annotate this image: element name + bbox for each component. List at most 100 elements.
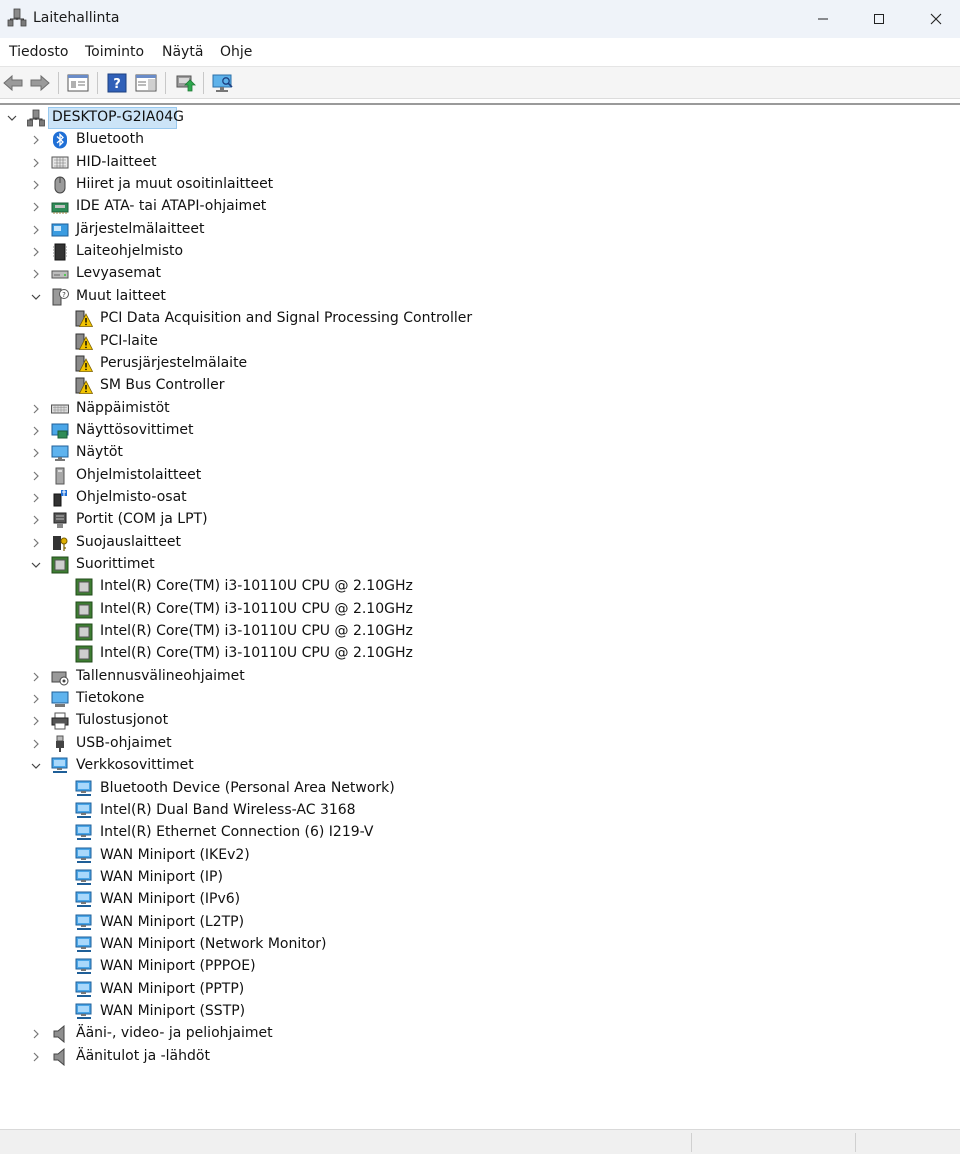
tree-category-ide-ata-tai-atapi-ohjaimet[interactable]: IDE ATA- tai ATAPI-ohjaimet (0, 196, 960, 218)
toolbar-separator (97, 72, 98, 94)
tree-device-item[interactable]: Intel(R) Core(TM) i3-10110U CPU @ 2.10GH… (0, 643, 960, 665)
tree-device-item[interactable]: Perusjärjestelmälaite (0, 353, 960, 375)
network-adapter-icon (75, 802, 93, 820)
tree-category-näytöt[interactable]: Näytöt (0, 442, 960, 464)
chevron-right-icon[interactable] (29, 200, 43, 214)
tree-category-näppäimistöt[interactable]: Näppäimistöt (0, 398, 960, 420)
tree-category-näyttösovittimet[interactable]: Näyttösovittimet (0, 420, 960, 442)
tree-item-label: Äänitulot ja -lähdöt (76, 1047, 210, 1064)
chevron-right-icon[interactable] (29, 536, 43, 550)
tree-category-järjestelmälaitteet[interactable]: Järjestelmälaitteet (0, 219, 960, 241)
tree-device-item[interactable]: WAN Miniport (PPPOE) (0, 956, 960, 978)
properties-button[interactable] (66, 71, 90, 95)
menu-toiminto[interactable]: Toiminto (85, 44, 144, 60)
chevron-right-icon[interactable] (29, 156, 43, 170)
chevron-right-icon[interactable] (29, 446, 43, 460)
tree-device-item[interactable]: PCI-laite (0, 331, 960, 353)
chevron-right-icon[interactable] (29, 670, 43, 684)
tree-device-item[interactable]: SM Bus Controller (0, 375, 960, 397)
chevron-right-icon[interactable] (29, 178, 43, 192)
chevron-right-icon[interactable] (29, 133, 43, 147)
processor-icon (75, 578, 93, 596)
chevron-down-icon[interactable] (29, 558, 43, 572)
network-adapter-icon (75, 1003, 93, 1021)
tree-device-item[interactable]: Intel(R) Core(TM) i3-10110U CPU @ 2.10GH… (0, 621, 960, 643)
tree-device-item[interactable]: Intel(R) Dual Band Wireless-AC 3168 (0, 800, 960, 822)
maximize-button[interactable] (850, 0, 908, 38)
chevron-right-icon[interactable] (29, 245, 43, 259)
chevron-right-icon[interactable] (29, 714, 43, 728)
update-driver-button[interactable] (173, 71, 197, 95)
chevron-down-icon[interactable] (29, 290, 43, 304)
chevron-right-icon[interactable] (29, 692, 43, 706)
chevron-right-icon[interactable] (29, 223, 43, 237)
tree-item-label: Näyttösovittimet (76, 421, 194, 438)
speaker-icon (51, 1025, 69, 1044)
tree-category-tulostusjonot[interactable]: Tulostusjonot (0, 710, 960, 732)
chevron-right-icon[interactable] (29, 491, 43, 505)
tree-category-bluetooth[interactable]: Bluetooth (0, 129, 960, 151)
tree-category-suojauslaitteet[interactable]: Suojauslaitteet (0, 532, 960, 554)
chevron-right-icon[interactable] (29, 1027, 43, 1041)
tree-category-portit-com-ja-lpt[interactable]: Portit (COM ja LPT) (0, 509, 960, 531)
chevron-right-icon[interactable] (29, 469, 43, 483)
tree-device-item[interactable]: Bluetooth Device (Personal Area Network) (0, 778, 960, 800)
chevron-down-icon[interactable] (29, 759, 43, 773)
tree-device-item[interactable]: Intel(R) Ethernet Connection (6) I219-V (0, 822, 960, 844)
tree-category-usb-ohjaimet[interactable]: USB-ohjaimet (0, 733, 960, 755)
tree-category-ohjelmisto-osat[interactable]: Ohjelmisto-osat (0, 487, 960, 509)
tree-item-label: Intel(R) Dual Band Wireless-AC 3168 (100, 801, 356, 818)
tree-device-item[interactable]: PCI Data Acquisition and Signal Processi… (0, 308, 960, 330)
chevron-down-icon[interactable] (5, 111, 19, 125)
tree-item-label: Intel(R) Core(TM) i3-10110U CPU @ 2.10GH… (100, 578, 413, 595)
title-bar: Laitehallinta (0, 0, 960, 38)
tree-category-levyasemat[interactable]: Levyasemat (0, 263, 960, 285)
tree-device-item[interactable]: WAN Miniport (IP) (0, 867, 960, 889)
scan-hardware-button[interactable] (211, 71, 235, 95)
chevron-right-icon[interactable] (29, 402, 43, 416)
tree-item-label: Suorittimet (76, 556, 155, 572)
menu-ohje[interactable]: Ohje (220, 44, 252, 60)
tree-device-item[interactable]: WAN Miniport (IPv6) (0, 889, 960, 911)
tree-category-ohjelmistolaitteet[interactable]: Ohjelmistolaitteet (0, 465, 960, 487)
tree-device-item[interactable]: WAN Miniport (PPTP) (0, 979, 960, 1001)
storage-controller-icon (51, 668, 69, 686)
svg-text:?: ? (113, 77, 121, 92)
tree-category-hid-laitteet[interactable]: HID-laitteet (0, 152, 960, 174)
tree-item-label: Muut laitteet (76, 287, 166, 304)
back-button[interactable] (1, 71, 25, 95)
tree-item-label: Intel(R) Core(TM) i3-10110U CPU @ 2.10GH… (100, 645, 413, 662)
tree-category-verkkosovittimet[interactable]: Verkkosovittimet (0, 755, 960, 777)
tree-category-suorittimet[interactable]: Suorittimet (0, 554, 960, 576)
forward-button[interactable] (28, 71, 52, 95)
tree-category-ääni-video-ja-peliohjaimet[interactable]: Ääni-, video- ja peliohjaimet (0, 1023, 960, 1045)
tree-category-tallennusvälineohjaimet[interactable]: Tallennusvälineohjaimet (0, 666, 960, 688)
chevron-right-icon[interactable] (29, 737, 43, 751)
tree-category-laiteohjelmisto[interactable]: Laiteohjelmisto (0, 241, 960, 263)
help-button[interactable]: ? (105, 71, 129, 95)
tree-category-muut-laitteet[interactable]: ? Muut laitteet (0, 286, 960, 308)
device-tree[interactable]: DESKTOP-G2IA04G Bluetooth HID-laitteet Hiir… (0, 103, 960, 1125)
tree-device-item[interactable]: WAN Miniport (SSTP) (0, 1001, 960, 1023)
tree-device-item[interactable]: Intel(R) Core(TM) i3-10110U CPU @ 2.10GH… (0, 576, 960, 598)
chevron-right-icon[interactable] (29, 513, 43, 527)
menu-nayta[interactable]: Näytä (162, 44, 203, 60)
chevron-right-icon[interactable] (29, 1050, 43, 1064)
close-button[interactable] (907, 0, 960, 38)
tree-category-hiiret-ja-muut-osoitinlaitteet[interactable]: Hiiret ja muut osoitinlaitteet (0, 174, 960, 196)
tree-device-item[interactable]: Intel(R) Core(TM) i3-10110U CPU @ 2.10GH… (0, 599, 960, 621)
chevron-right-icon[interactable] (29, 424, 43, 438)
tree-device-item[interactable]: WAN Miniport (L2TP) (0, 912, 960, 934)
menu-tiedosto[interactable]: Tiedosto (9, 44, 68, 60)
tree-item-label: WAN Miniport (SSTP) (100, 1003, 246, 1019)
computer-icon (51, 690, 69, 708)
tree-category-tietokone[interactable]: Tietokone (0, 688, 960, 710)
tree-device-item[interactable]: WAN Miniport (Network Monitor) (0, 934, 960, 956)
tree-root-computer[interactable]: DESKTOP-G2IA04G (0, 107, 960, 129)
action-pane-button[interactable] (134, 71, 158, 95)
minimize-icon (818, 18, 828, 20)
minimize-button[interactable] (794, 0, 852, 38)
chevron-right-icon[interactable] (29, 267, 43, 281)
tree-category-äänitulot-ja-lähdöt[interactable]: Äänitulot ja -lähdöt (0, 1046, 960, 1068)
tree-device-item[interactable]: WAN Miniport (IKEv2) (0, 845, 960, 867)
